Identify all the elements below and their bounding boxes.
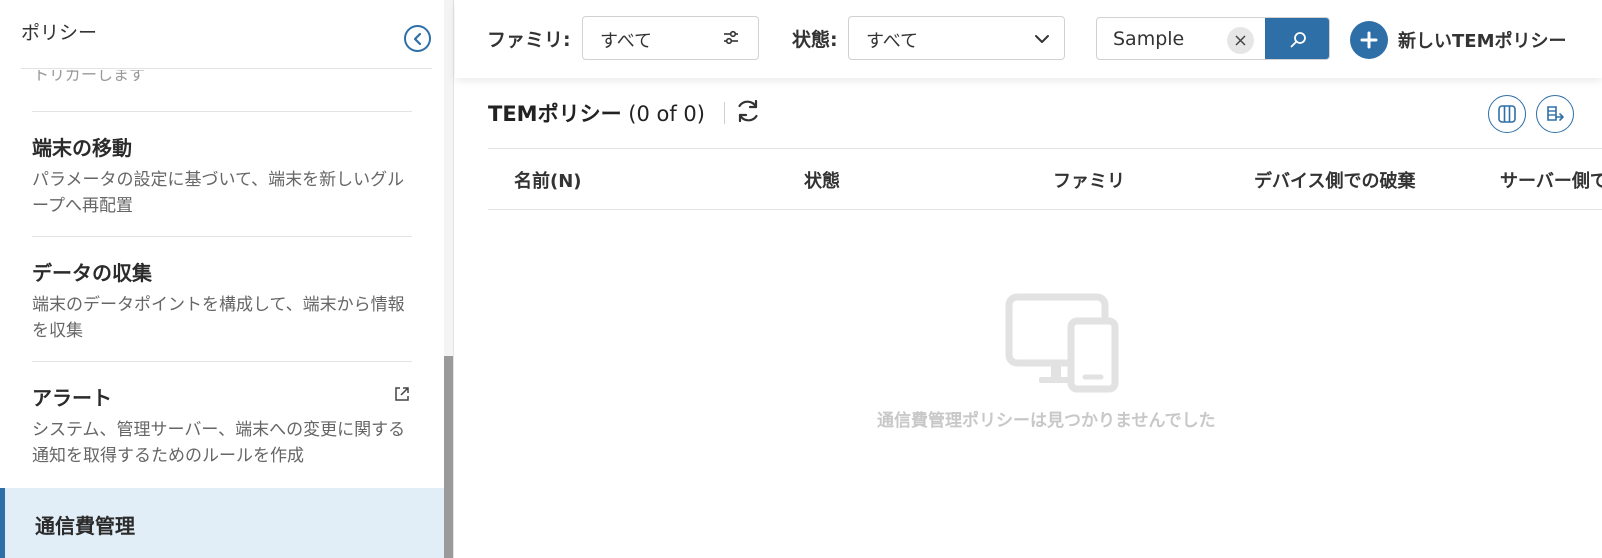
- refresh-icon: [738, 99, 758, 123]
- sidebar-item-title: アラート: [32, 386, 112, 410]
- search-button[interactable]: [1265, 18, 1329, 59]
- sidebar-item-data-collection[interactable]: データの収集 端末のデータポイントを構成して、端末から情報を収集: [32, 236, 412, 361]
- sidebar-header: ポリシー: [0, 0, 440, 68]
- family-filter-value: すべて: [600, 31, 653, 52]
- sidebar-item-desc: システム、管理サーバー、端末への変更に関する通知を取得するためのルールを作成: [32, 420, 406, 466]
- page-title: TEMポリシー (0 of 0): [488, 98, 705, 128]
- external-link-icon: [395, 387, 409, 401]
- sliders-icon: [724, 30, 738, 45]
- divider: [724, 102, 725, 124]
- collapse-sidebar-button[interactable]: [404, 25, 431, 52]
- status-filter-label: 状態:: [792, 29, 838, 51]
- sidebar-scrollbar-thumb[interactable]: [444, 356, 453, 558]
- sidebar-item-label: 通信費管理: [35, 514, 135, 538]
- sidebar-item-desc: パラメータの設定に基づいて、端末を新しいグループへ再配置: [32, 170, 405, 216]
- sidebar-title: ポリシー: [21, 22, 98, 44]
- status-filter-value: すべて: [866, 31, 919, 52]
- search-icon: [1290, 31, 1306, 47]
- columns-icon: [1498, 105, 1516, 123]
- devices-icon: [1005, 293, 1119, 393]
- refresh-button[interactable]: [734, 97, 764, 127]
- column-header-status[interactable]: 状態: [804, 167, 840, 193]
- page-title-text: TEMポリシー: [488, 102, 622, 126]
- sidebar-item-title: 端末の移動: [32, 136, 132, 160]
- export-button[interactable]: [1536, 95, 1574, 133]
- family-filter-label: ファミリ:: [487, 29, 571, 51]
- divider: [21, 68, 432, 69]
- search-box: [1096, 17, 1330, 60]
- new-tem-policy-button[interactable]: 新しいTEMポリシー: [1350, 20, 1567, 60]
- column-header-server-side[interactable]: サーバー側で: [1500, 167, 1602, 193]
- result-count: (0 of 0): [628, 102, 705, 126]
- empty-state-message: 通信費管理ポリシーは見つかりませんでした: [877, 411, 1216, 431]
- chevron-down-icon: [1035, 35, 1049, 43]
- family-filter-select[interactable]: すべて: [582, 16, 759, 60]
- status-filter-select[interactable]: すべて: [848, 16, 1065, 60]
- chevron-left-icon: [413, 32, 421, 45]
- column-header-device-wipe[interactable]: デバイス側での破棄: [1254, 167, 1415, 193]
- column-settings-button[interactable]: [1488, 95, 1526, 133]
- new-tem-policy-label: 新しいTEMポリシー: [1398, 31, 1567, 52]
- sidebar-item-tem[interactable]: 通信費管理: [0, 488, 444, 558]
- close-icon: [1235, 35, 1246, 46]
- column-header-family[interactable]: ファミリ: [1053, 167, 1125, 193]
- column-header-name[interactable]: 名前(N): [514, 167, 582, 193]
- sidebar-item-desc-partial: トリガーします: [33, 70, 146, 84]
- sidebar-item-title: データの収集: [32, 261, 152, 285]
- export-icon: [1547, 106, 1564, 121]
- sidebar-item-alerts[interactable]: アラート システム、管理サーバー、端末への変更に関する通知を取得するためのルール…: [32, 361, 412, 488]
- sidebar-item-device-move[interactable]: 端末の移動 パラメータの設定に基づいて、端末を新しいグループへ再配置: [32, 111, 412, 236]
- sidebar: ポリシー トリガーします 端末の移動 パラメータの設定に基づいて、端末を新しいグ…: [0, 0, 454, 558]
- table-header: 名前(N) 状態 ファミリ デバイス側での破棄 サーバー側で: [488, 148, 1602, 210]
- plus-icon: [1350, 21, 1388, 59]
- sidebar-item-desc: 端末のデータポイントを構成して、端末から情報を収集: [32, 295, 405, 341]
- clear-search-button[interactable]: [1227, 27, 1254, 54]
